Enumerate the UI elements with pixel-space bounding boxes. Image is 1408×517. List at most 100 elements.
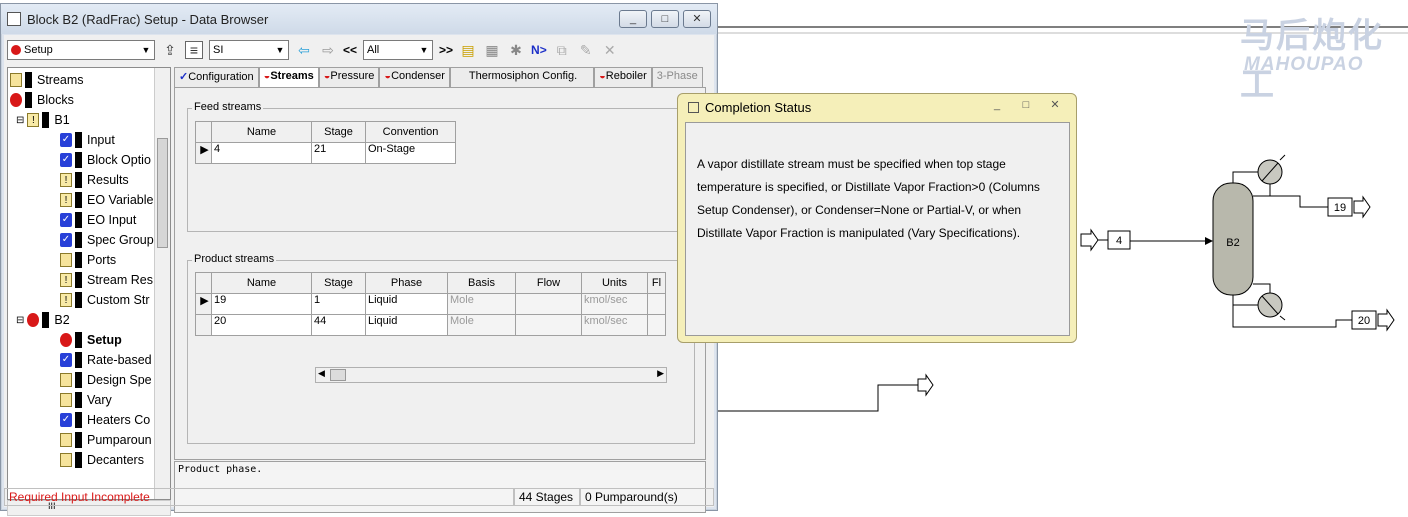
feed-convention-cell[interactable]: On-Stage [365,142,456,164]
feed-name-cell[interactable]: 4 [211,142,312,164]
product-phase-cell[interactable]: Liquid [365,293,448,315]
scroll-right-icon[interactable]: ▶ [657,368,664,379]
product-header-stage: Stage [311,272,366,294]
tab-streams[interactable]: ◒Streams [258,67,319,87]
tree-item-pumparounds[interactable]: Pumparoun [60,430,152,450]
dialog-title: Completion Status [705,100,812,115]
minimize-button[interactable]: _ [619,10,647,28]
tree-item-vary[interactable]: Vary [60,390,112,410]
up-folder-icon[interactable]: ⇪ [161,42,179,59]
scroll-left-icon[interactable]: ◀ [318,368,325,379]
tab-configuration[interactable]: ✓Configuration [174,67,259,87]
tree-item-ports[interactable]: Ports [60,250,116,270]
tree-item-custom-stream[interactable]: ! Custom Str [60,290,150,310]
product-streams-table: Name Stage Phase Basis Flow Units Fl ▶ 1… [195,272,666,336]
warning-icon: ! [60,293,72,307]
next-button[interactable]: >> [439,43,453,57]
product-name-cell[interactable]: 19 [211,293,312,315]
complete-check-icon: ✓ [60,233,72,247]
incomplete-icon [11,45,21,55]
outlet-stream[interactable] [718,373,934,412]
feed-stream-4[interactable]: 4 [1080,228,1213,252]
status-bar: Required Input Incomplete 44 Stages 0 Pu… [4,487,714,507]
copy-icon[interactable]: ⧉ [553,42,571,59]
tree-item-setup[interactable]: Setup [60,330,122,350]
toolbar: Setup ▼ ⇪ ≡ SI ▼ ⇦ ⇨ << All ▼ >> ▤ ▦ ✱ N… [4,35,714,65]
notes-icon[interactable]: ▤ [459,42,477,59]
tab-3-phase[interactable]: 3-Phase [651,67,703,87]
tree-item-block-options[interactable]: ✓ Block Optio [60,150,151,170]
incomplete-icon [27,313,40,327]
warning-icon: ! [60,193,72,207]
row-selector-icon[interactable]: ▶ [195,293,212,315]
units-selector[interactable]: SI ▼ [209,40,289,60]
product-header-units: Units [581,272,648,294]
product-header-fl: Fl [647,272,666,294]
product-table-scrollbar[interactable]: ◀ ▶ [315,367,667,383]
tree-item-results[interactable]: ! Results [60,170,129,190]
warning-icon: ! [60,273,72,287]
product-stage-cell[interactable]: 1 [311,293,366,315]
product-flow-cell [515,293,582,315]
tree-item-heaters-coolers[interactable]: ✓ Heaters Co [60,410,150,430]
tab-pressure[interactable]: ◒Pressure [318,67,380,87]
tree-item-spec-groups[interactable]: ✓ Spec Group [60,230,154,250]
maximize-button[interactable]: □ [651,10,679,28]
tree-item-decanters[interactable]: Decanters [60,450,144,470]
chevron-down-icon: ▼ [275,45,285,55]
tree-item-b1[interactable]: ⊟! B1 [16,110,70,130]
previous-button[interactable]: << [343,43,357,57]
tree-item-streams[interactable]: Streams [10,70,84,90]
status-icon[interactable]: ▦ [483,42,501,59]
chevron-down-icon: ▼ [141,45,151,55]
tree-item-input[interactable]: ✓ Input [60,130,115,150]
app-icon [7,12,21,26]
tree-item-eo-input[interactable]: ✓ EO Input [60,210,136,230]
tree-item-rate-based[interactable]: ✓ Rate-based [60,350,152,370]
dialog-minimize-button[interactable]: _ [984,97,1010,115]
forward-arrow-icon[interactable]: ⇨ [319,42,337,59]
feed-header-stage: Stage [311,121,366,143]
tree-toggle-icon[interactable]: ≡ [185,41,203,59]
close-button[interactable]: ✕ [683,10,711,28]
column-b2[interactable]: B2 [1212,154,1286,321]
dialog-maximize-button[interactable]: □ [1013,97,1039,115]
tree-item-blocks[interactable]: Blocks [10,90,74,110]
watermark-logo-en: MAHOUPAO [1244,54,1364,75]
form-selector[interactable]: Setup ▼ [7,40,155,60]
back-arrow-icon[interactable]: ⇦ [295,42,313,59]
dialog-titlebar[interactable]: Completion Status [688,100,811,115]
product-stream-20[interactable]: 20 [1232,305,1395,332]
tree-item-design-specs[interactable]: Design Spe [60,370,152,390]
product-phase-cell[interactable]: Liquid [365,314,448,336]
completion-status-dialog: Completion Status _ □ ✕ A vapor distilla… [677,93,1077,343]
collapse-icon[interactable]: ⊟ [16,115,24,126]
row-selector-icon[interactable]: ▶ [195,142,212,164]
delete-icon[interactable]: ✕ [601,42,619,59]
product-stage-cell[interactable]: 44 [311,314,366,336]
tree-item-eo-variables[interactable]: ! EO Variable [60,190,153,210]
feed-stage-cell[interactable]: 21 [311,142,366,164]
collapse-icon[interactable]: ⊟ [16,315,24,326]
warning-icon: ! [60,173,72,187]
tab-reboiler[interactable]: ◒Reboiler [594,67,652,87]
feed-header-name: Name [211,121,312,143]
tree-item-stream-results[interactable]: ! Stream Res [60,270,153,290]
block-warning-icon: ! [27,113,40,127]
tab-thermosiphon-config[interactable]: Thermosiphon Config. [449,67,595,87]
product-basis-cell: Mole [447,314,516,336]
tab-condenser[interactable]: ◒Condenser [379,67,450,87]
product-stream-19[interactable]: 19 [1253,195,1371,219]
folder-icon [10,73,22,87]
product-name-cell[interactable]: 20 [211,314,312,336]
next-input-button[interactable]: N> [531,43,547,57]
tree-item-b2[interactable]: ⊟ B2 [16,310,70,330]
tree-vertical-scrollbar[interactable] [154,68,170,499]
dialog-close-button[interactable]: ✕ [1042,97,1068,115]
window-titlebar[interactable]: Block B2 (RadFrac) Setup - Data Browser … [1,4,717,34]
scroll-thumb[interactable] [330,369,346,381]
settings-gear-icon[interactable]: ✱ [507,42,525,59]
filter-selector[interactable]: All ▼ [363,40,434,60]
edit-icon[interactable]: ✎ [577,42,595,59]
row-selector[interactable] [195,314,212,336]
